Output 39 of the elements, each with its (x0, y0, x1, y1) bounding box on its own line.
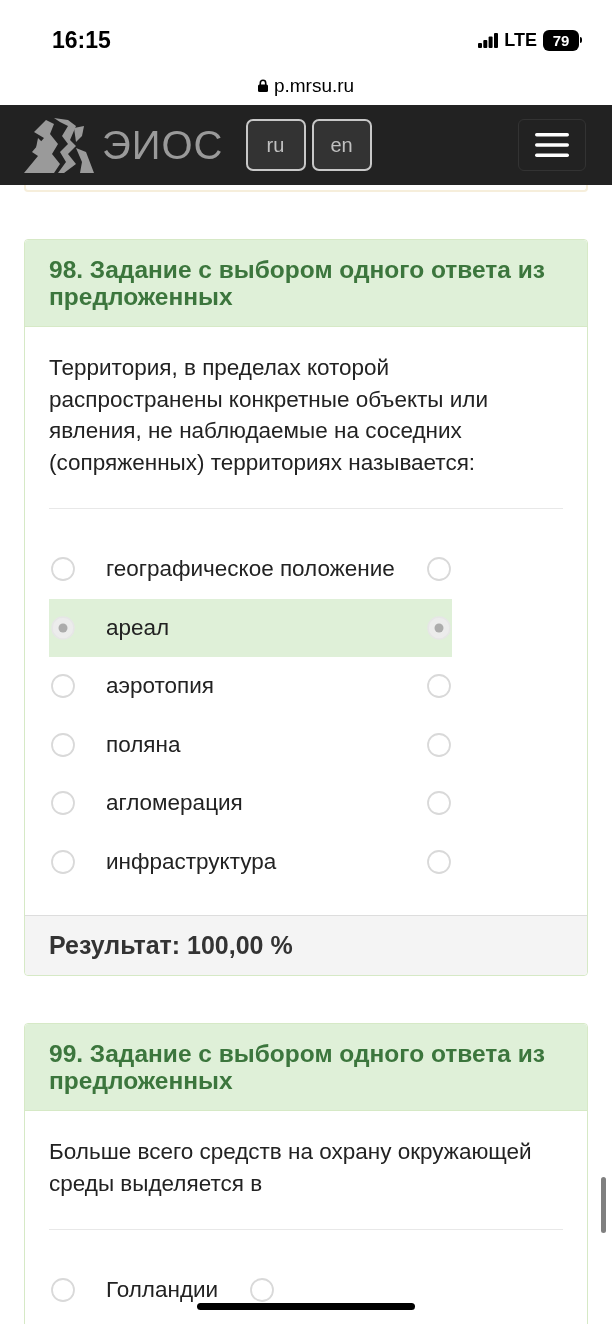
option-label: географическое положение (106, 558, 395, 581)
radio-button[interactable] (51, 849, 75, 874)
brand-name: ЭИОС (102, 125, 224, 165)
question-text: Больше всего средств на охрану окружающей среды выделяется в (49, 1138, 533, 1198)
option-label: поляна (106, 733, 182, 756)
menu-icon (535, 133, 569, 157)
radio-button[interactable] (51, 674, 75, 699)
radio-button[interactable] (426, 791, 451, 816)
logo-icon (24, 117, 94, 173)
scrollbar[interactable] (601, 1177, 606, 1233)
radio-button[interactable] (51, 732, 75, 757)
question-title: 99. Задание с выбором одного ответа из предложенных (25, 1024, 587, 1111)
question-title: 98. Задание с выбором одного ответа из предложенных (25, 240, 587, 327)
option-label: агломерация (106, 792, 244, 815)
radio-button[interactable] (426, 849, 451, 874)
radio-button[interactable] (426, 732, 451, 757)
radio-button[interactable] (51, 1278, 75, 1303)
result-text: Результат: 100,00 % (25, 915, 587, 975)
menu-button[interactable] (518, 119, 586, 171)
language-button[interactable]: en (311, 119, 372, 171)
signal-icon (478, 32, 499, 48)
network-type: LTE (504, 31, 537, 49)
radio-button[interactable] (250, 1278, 275, 1303)
radio-button[interactable] (51, 557, 75, 582)
radio-button[interactable] (51, 791, 75, 816)
radio-button[interactable] (426, 615, 451, 640)
status-time: 16:15 (52, 28, 111, 52)
radio-button[interactable] (426, 557, 451, 582)
language-button[interactable]: ru (245, 119, 306, 171)
question-text: Территория, в пределах которой распространены конкретные объекты или явления, не наблюдаемые на соседних (сопряженных) территориях называется: (49, 354, 489, 477)
radio-button[interactable] (426, 674, 451, 699)
lock-icon (257, 79, 268, 92)
option-label: аэротопия (106, 675, 216, 698)
radio-button[interactable] (51, 615, 75, 640)
option-label: ареал (106, 616, 171, 639)
option-label: инфраструктура (106, 850, 278, 873)
battery-indicator: 79 (543, 29, 582, 51)
option-label: Голландии (106, 1279, 219, 1302)
page-url: p.mrsu.ru (273, 76, 355, 95)
